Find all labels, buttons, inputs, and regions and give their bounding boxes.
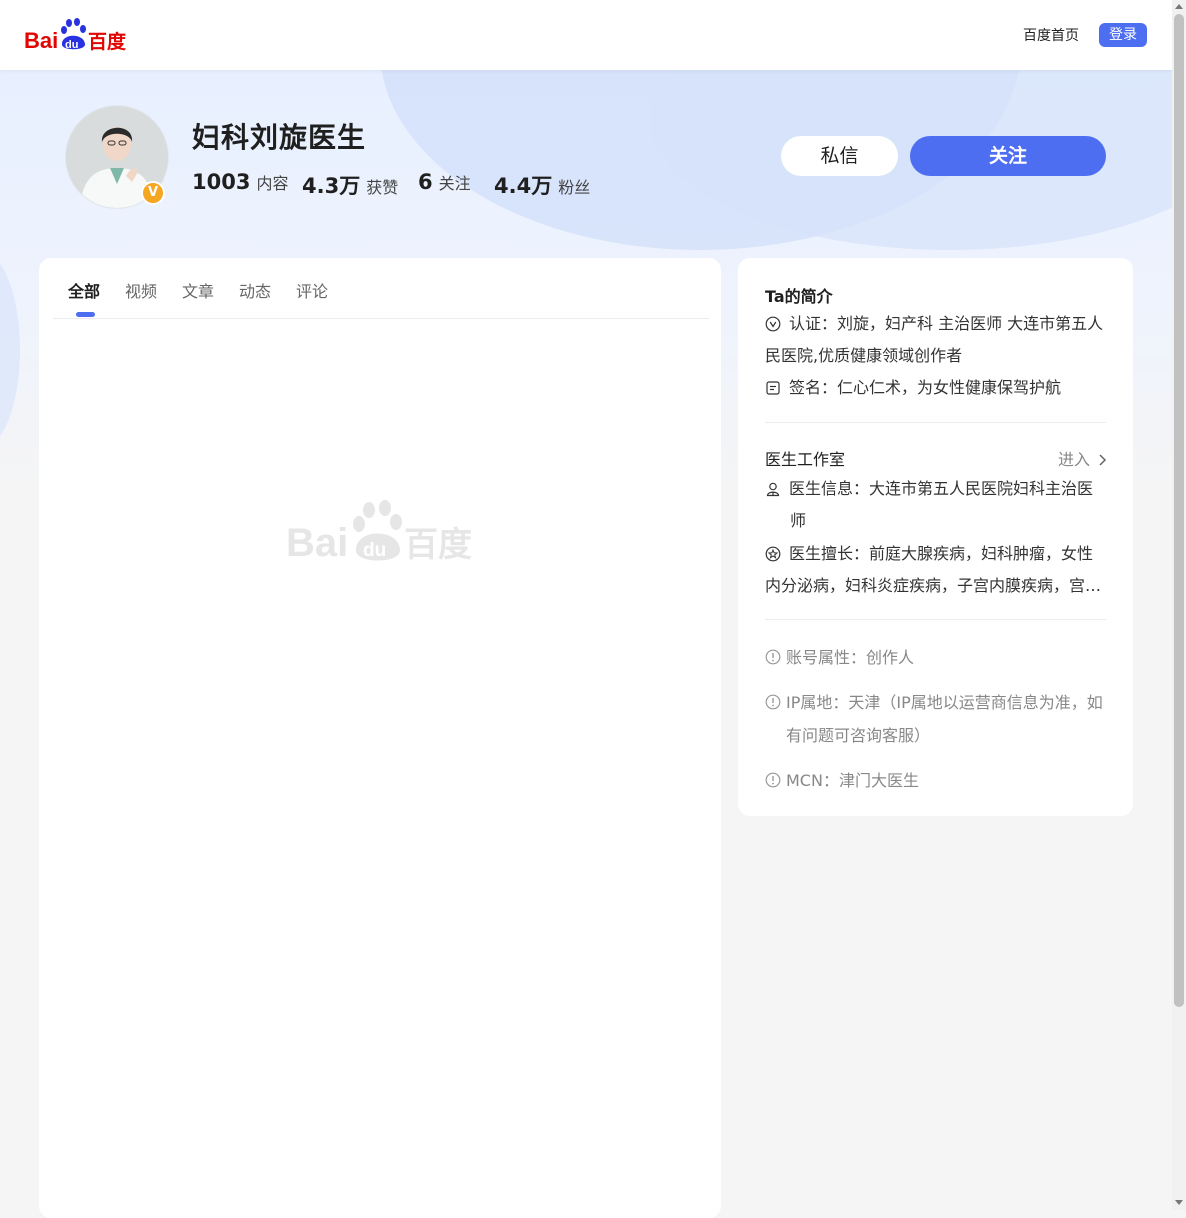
star-circle-icon bbox=[765, 546, 781, 562]
scroll-thumb[interactable] bbox=[1174, 14, 1184, 1007]
stat-label: 粉丝 bbox=[558, 178, 591, 197]
section-divider bbox=[765, 619, 1106, 620]
svg-text:du: du bbox=[65, 39, 78, 51]
verified-icon: V bbox=[141, 181, 165, 205]
stat-content[interactable]: 1003 内容 bbox=[192, 170, 288, 194]
tab-comment[interactable]: 评论 bbox=[296, 278, 328, 302]
stat-value: 4.4万 bbox=[494, 174, 553, 198]
ip-location-row: IP属地：天津（IP属地以运营商信息为准，如有问题可咨询客服） bbox=[765, 686, 1110, 752]
scroll-up-arrow-icon[interactable] bbox=[1175, 4, 1183, 9]
baidu-logo[interactable]: Bai du 百度 bbox=[24, 18, 128, 52]
doctor-specialty-row: 医生擅长：前庭大腺疾病，妇科肿瘤，女性内分泌病，妇科炎症疾病，子宫内膜疾病，宫… bbox=[765, 538, 1107, 602]
message-button[interactable]: 私信 bbox=[781, 136, 898, 176]
signature-row: 签名：仁心仁术，为女性健康保驾护航 bbox=[765, 372, 1107, 404]
scroll-down-arrow-icon[interactable] bbox=[1175, 1200, 1183, 1205]
stat-following[interactable]: 6 关注 bbox=[418, 170, 471, 194]
note-icon bbox=[766, 381, 780, 395]
account-type-row: 账号属性：创作人 bbox=[765, 641, 1110, 674]
stat-label: 获赞 bbox=[366, 178, 399, 197]
content-feed-card: 全部 视频 文章 动态 评论 Bai du 百度 bbox=[39, 258, 721, 1218]
doctor-info-text: 医生信息：大连市第五人民医院妇科主治医师 bbox=[789, 479, 1094, 530]
info-circle-icon bbox=[765, 694, 781, 710]
top-bar: Bai du 百度 百度首页 登录 bbox=[0, 0, 1172, 70]
active-tab-indicator bbox=[76, 312, 95, 317]
tab-all[interactable]: 全部 bbox=[68, 278, 100, 302]
tab-divider bbox=[53, 318, 709, 319]
intro-title: Ta的简介 bbox=[765, 287, 833, 306]
info-circle-icon bbox=[765, 649, 781, 665]
doctor-studio-title: 医生工作室 bbox=[765, 450, 846, 469]
certification-text: 认证：刘旋，妇产科 主治医师 大连市第五人民医院,优质健康领域创作者 bbox=[765, 314, 1104, 365]
login-button[interactable]: 登录 bbox=[1099, 23, 1147, 47]
baidu-home-link[interactable]: 百度首页 bbox=[1023, 25, 1079, 45]
v-circle-icon bbox=[765, 316, 781, 332]
doctor-specialty-text: 医生擅长：前庭大腺疾病，妇科肿瘤，女性内分泌病，妇科炎症疾病，子宫内膜疾病，宫… bbox=[765, 544, 1102, 595]
profile-info-card: Ta的简介 认证：刘旋，妇产科 主治医师 大连市第五人民医院,优质健康领域创作者… bbox=[738, 258, 1133, 816]
enter-label: 进入 bbox=[1058, 450, 1091, 469]
page-scrollbar[interactable] bbox=[1172, 0, 1186, 1210]
tab-dynamic[interactable]: 动态 bbox=[239, 278, 271, 302]
tab-video[interactable]: 视频 bbox=[125, 278, 157, 302]
stat-fans[interactable]: 4.4万 粉丝 bbox=[494, 170, 590, 200]
svg-text:Bai: Bai bbox=[24, 28, 58, 52]
follow-button[interactable]: 关注 bbox=[910, 136, 1106, 176]
info-circle-icon bbox=[765, 772, 781, 788]
svg-text:百度: 百度 bbox=[88, 30, 127, 52]
doctor-icon bbox=[766, 482, 780, 497]
mcn-text: MCN：津门大医生 bbox=[786, 771, 919, 790]
account-type-text: 账号属性：创作人 bbox=[786, 648, 915, 667]
chevron-right-icon bbox=[1099, 454, 1107, 466]
signature-text: 签名：仁心仁术，为女性健康保驾护航 bbox=[789, 378, 1062, 397]
loading-placeholder-logo: Bai du 百度 bbox=[286, 500, 472, 564]
ip-location-text: IP属地：天津（IP属地以运营商信息为准，如有问题可咨询客服） bbox=[786, 693, 1103, 745]
doctor-info-row: 医生信息：大连市第五人民医院妇科主治医师 bbox=[765, 473, 1107, 537]
stat-likes: 4.3万 获赞 bbox=[302, 170, 398, 200]
mcn-row: MCN：津门大医生 bbox=[765, 764, 1110, 797]
tab-article[interactable]: 文章 bbox=[182, 278, 214, 302]
section-divider bbox=[765, 422, 1106, 423]
stat-label: 内容 bbox=[256, 174, 289, 193]
stat-value: 6 bbox=[418, 170, 433, 194]
svg-text:du: du bbox=[363, 540, 386, 561]
stat-label: 关注 bbox=[438, 174, 471, 193]
stat-value: 1003 bbox=[192, 170, 251, 194]
studio-enter-link[interactable]: 进入 bbox=[1058, 446, 1107, 470]
user-name: 妇科刘旋医生 bbox=[192, 121, 367, 154]
svg-text:Bai: Bai bbox=[286, 521, 348, 564]
certification-row: 认证：刘旋，妇产科 主治医师 大连市第五人民医院,优质健康领域创作者 bbox=[765, 308, 1107, 372]
stat-value: 4.3万 bbox=[302, 174, 361, 198]
svg-text:百度: 百度 bbox=[404, 525, 472, 564]
